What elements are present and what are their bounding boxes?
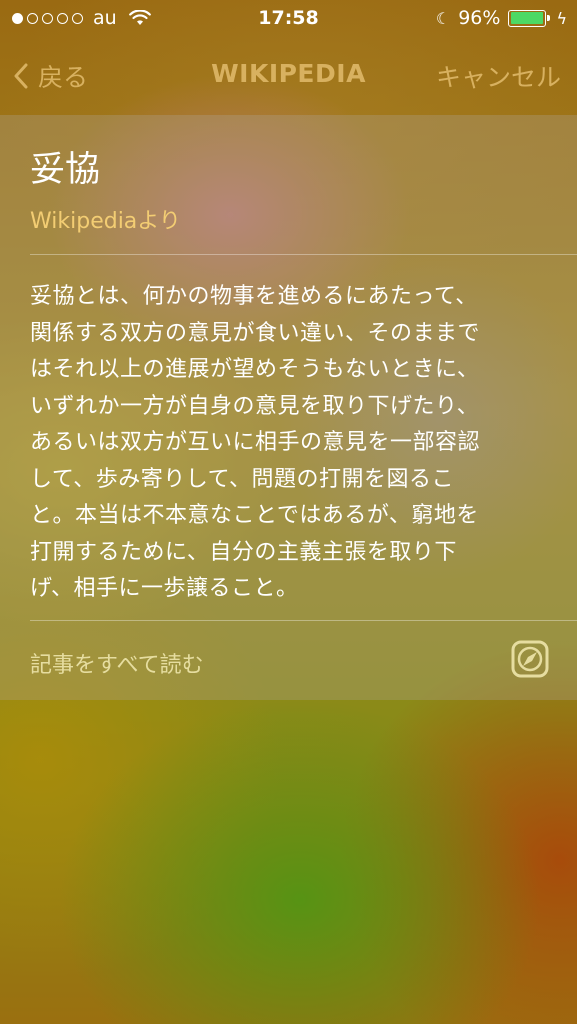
read-full-article-link[interactable]: 記事をすべて読む <box>30 647 204 679</box>
divider <box>30 254 577 255</box>
article-body: 妥協とは、何かの物事を進めるにあたって、 関係する双方の意見が食い違い、そのまま… <box>30 284 481 601</box>
article-card: 妥協 Wikipediaより 妥協とは、何かの物事を進めるにあたって、 関係する… <box>0 115 577 700</box>
cancel-button[interactable]: キャンセル <box>436 58 561 94</box>
charging-bolt-icon: ϟ <box>556 8 567 28</box>
navigation-bar: 戻る WIKIPEDIA キャンセル <box>0 38 577 114</box>
safari-compass-icon[interactable] <box>511 640 549 678</box>
battery-icon <box>508 9 551 27</box>
article-title: 妥協 <box>30 150 101 190</box>
divider <box>30 620 577 621</box>
article-source: Wikipediaより <box>30 209 181 234</box>
do-not-disturb-moon-icon: ☾ <box>435 8 451 28</box>
battery-percent: 96% <box>458 7 501 29</box>
status-bar: au 17:58 ☾ 96% ϟ <box>0 0 577 38</box>
battery-level-fill <box>510 12 543 24</box>
